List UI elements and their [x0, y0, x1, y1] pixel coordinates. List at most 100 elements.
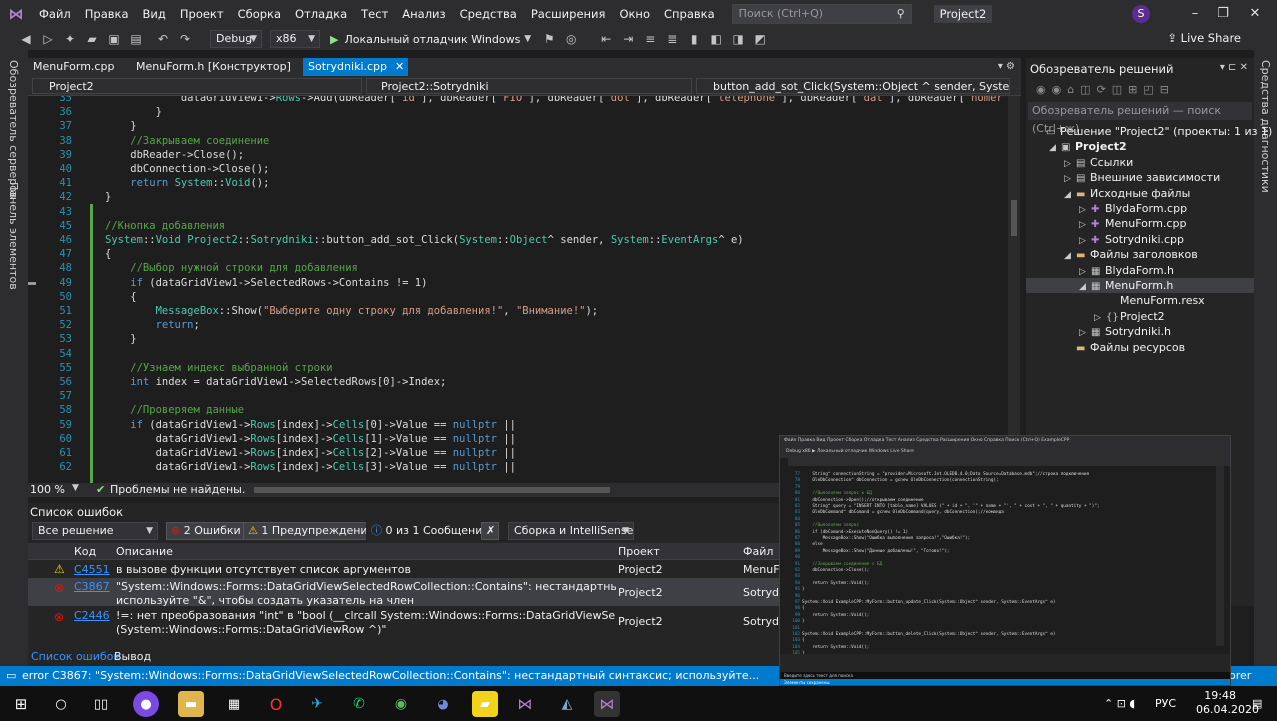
tree-node[interactable]: ◢ ▣ Project2 [1026, 139, 1254, 154]
zoom-level[interactable]: 100 % [30, 483, 65, 496]
tree-node[interactable]: ▷ ▤ Ссылки [1026, 155, 1254, 170]
tree-node[interactable]: ▷ {}Project2 [1026, 309, 1254, 324]
code-line[interactable]: dataGridView1->Rows[index]->Cells[2]->Va… [105, 447, 516, 459]
breakpoint-marker[interactable] [28, 281, 36, 285]
tab-error-list[interactable]: Список ошибок [31, 647, 120, 666]
code-line[interactable]: dataGridView1->Rows[index]->Cells[1]->Va… [105, 433, 516, 445]
tab-sotrydniki-cpp[interactable]: Sotrydniki.cpp ✕ [303, 58, 408, 76]
scroll-thumb[interactable] [1011, 200, 1017, 236]
menu-item-8[interactable]: Средства [453, 0, 524, 28]
calculator-icon[interactable]: ▦ [221, 691, 247, 717]
opera-icon[interactable]: O [263, 691, 289, 717]
visual-studio-icon[interactable]: ⋈ [594, 691, 620, 717]
tab-menuform-h-designer[interactable]: MenuForm.h [Конструктор] [131, 58, 303, 76]
configuration-dropdown[interactable]: Debug ▼ [210, 30, 262, 48]
scope-nav-dropdown[interactable]: Project2::Sotrydniki [366, 78, 692, 94]
tree-node[interactable]: ▷ ▤ Внешние зависимости [1026, 170, 1254, 185]
code-line[interactable]: //Кнопка добавления [105, 220, 225, 232]
tab-menuform-cpp[interactable]: MenuForm.cpp [28, 58, 131, 76]
pip-screen-preview[interactable]: Файл Правка Вид Проект Сборка Отладка Те… [779, 435, 1231, 686]
horizontal-scroll-thumb[interactable] [254, 487, 610, 493]
code-line[interactable]: //Узнаем индекс выбранной строки [105, 362, 332, 374]
save-all-icon[interactable]: ▤ [128, 31, 144, 47]
bookmark-prev-icon[interactable]: ◧ [708, 31, 724, 47]
uncomment-icon[interactable]: ≣ [664, 31, 680, 47]
back-icon[interactable]: ◀ [18, 31, 34, 47]
redo-icon[interactable]: ↷ [177, 31, 193, 47]
bookmark-icon[interactable]: ▮ [686, 31, 702, 47]
tree-node[interactable]: ▭ Решение "Project2" (проекты: 1 из 1) [1026, 124, 1272, 139]
code-line[interactable]: //Закрываем соединение [105, 135, 269, 147]
tree-node[interactable]: ▷ ✚ Sotrydniki.cpp [1026, 232, 1254, 247]
tree-node[interactable]: ▬ Файлы ресурсов [1026, 340, 1254, 355]
menu-item-7[interactable]: Анализ [395, 0, 452, 28]
tree-node[interactable]: ▷ ▦ BlydaForm.h [1026, 263, 1254, 278]
tray-icons[interactable]: ⌃ ⊡ ◖ [1104, 686, 1135, 721]
code-line[interactable]: dbReader->Close(); [105, 149, 244, 161]
solution-explorer-toolbar[interactable]: ◉◉⌂◫⟳◫⊞◰⊟ [1026, 80, 1254, 100]
code-line[interactable]: int index = dataGridView1->SelectedRows[… [105, 376, 446, 388]
error-code-link[interactable]: C4551 [74, 563, 110, 576]
format-icon[interactable]: ⇤ [598, 31, 614, 47]
undo-icon[interactable]: ↶ [155, 31, 171, 47]
code-line[interactable]: dataGridView1->Rows->Add(dbReader["id"],… [105, 96, 1021, 104]
new-project-icon[interactable]: ✦ [62, 31, 78, 47]
menu-item-0[interactable]: Файл [32, 0, 78, 28]
play-icon[interactable]: ▶ [330, 33, 338, 46]
code-line[interactable]: dbConnection->Close(); [105, 163, 269, 175]
menu-item-11[interactable]: Справка [657, 0, 722, 28]
tab-output[interactable]: Вывод [114, 647, 151, 666]
panel-options-icon[interactable]: ▾ ⊏ ✕ [1220, 62, 1248, 73]
menu-item-2[interactable]: Вид [136, 0, 173, 28]
save-icon[interactable]: ▣ [106, 31, 122, 47]
code-line[interactable]: return; [105, 319, 200, 331]
open-folder-icon[interactable]: ▰ [84, 31, 100, 47]
code-line[interactable]: } [105, 120, 136, 132]
code-line[interactable]: //Выбор нужной строки для добавления [105, 262, 358, 274]
code-line[interactable]: { [105, 291, 136, 303]
warnings-filter-button[interactable]: ⚠ 1 Предупреждение [243, 522, 380, 540]
editor-vertical-scrollbar[interactable] [1008, 96, 1020, 483]
solution-search-input[interactable]: Обозреватель решений — поиск (Ctrl+ж) [1028, 102, 1252, 135]
code-line[interactable]: } [105, 333, 136, 345]
platform-dropdown[interactable]: x86 ▼ [270, 30, 320, 48]
app-gray-icon[interactable]: ◭ [554, 691, 580, 717]
filter-icon[interactable]: ✗ [481, 522, 499, 540]
discord-icon[interactable]: ◕ [430, 691, 456, 717]
language-indicator[interactable]: РУС [1155, 686, 1176, 721]
comment-icon[interactable]: ≡ [642, 31, 658, 47]
browser-icon[interactable]: ◎ [563, 31, 579, 47]
task-view-icon[interactable]: ▯▯ [88, 691, 114, 717]
notes-icon[interactable]: ▰ [472, 691, 498, 717]
code-editor[interactable]: 35 dataGridView1->Rows->Add(dbReader["id… [28, 96, 1021, 483]
tree-node[interactable]: ▷ ▦ Sotrydniki.h [1026, 324, 1254, 339]
error-row[interactable]: ⚠ C4551 в вызове функции отсутствует списо… [28, 561, 790, 577]
error-code-link[interactable]: C3867 [74, 580, 110, 593]
visual-studio-code-icon[interactable]: ⋈ [512, 691, 538, 717]
menu-item-9[interactable]: Расширения [524, 0, 613, 28]
app-green-icon[interactable]: ◉ [388, 691, 414, 717]
attach-icon[interactable]: ⚑ [541, 31, 557, 47]
server-explorer-tab[interactable]: Обозреватель серверов [7, 60, 20, 198]
errors-filter-button[interactable]: ⊗ 2 Ошибки [166, 522, 246, 540]
tree-node[interactable]: MenuForm.resx [1026, 293, 1254, 308]
tree-node[interactable]: ◢ ▬ Файлы заголовков [1026, 247, 1254, 262]
code-line[interactable]: if (dataGridView1->Rows[index]->Cells[0]… [105, 419, 516, 431]
code-line[interactable]: System::Void Project2::Sotrydniki::butto… [105, 234, 744, 246]
start-debugger-button[interactable]: Локальный отладчик Windows [344, 33, 520, 46]
menu-item-10[interactable]: Окно [612, 0, 657, 28]
search-icon[interactable]: ○ [48, 691, 74, 717]
code-line[interactable]: } [105, 106, 162, 118]
code-line[interactable]: dataGridView1->Rows[index]->Cells[3]->Va… [105, 461, 516, 473]
tree-node[interactable]: ◢ ▦ MenuForm.h [1026, 278, 1254, 293]
error-code-link[interactable]: C2446 [74, 609, 110, 622]
column-code[interactable]: Код [74, 543, 96, 560]
bookmark-clear-icon[interactable]: ◩ [752, 31, 768, 47]
clock[interactable]: 19:48 06.04.2020 [1196, 689, 1259, 717]
code-line[interactable]: MessageBox::Show("Выберите одну строку д… [105, 305, 599, 317]
code-line[interactable]: { [105, 248, 111, 260]
file-explorer-icon[interactable]: ▬ [178, 691, 204, 717]
scope-filter-dropdown[interactable]: Все решение ▼ [32, 522, 158, 540]
column-project[interactable]: Проект [618, 543, 660, 560]
code-line[interactable]: //Проверяем данные [105, 404, 244, 416]
